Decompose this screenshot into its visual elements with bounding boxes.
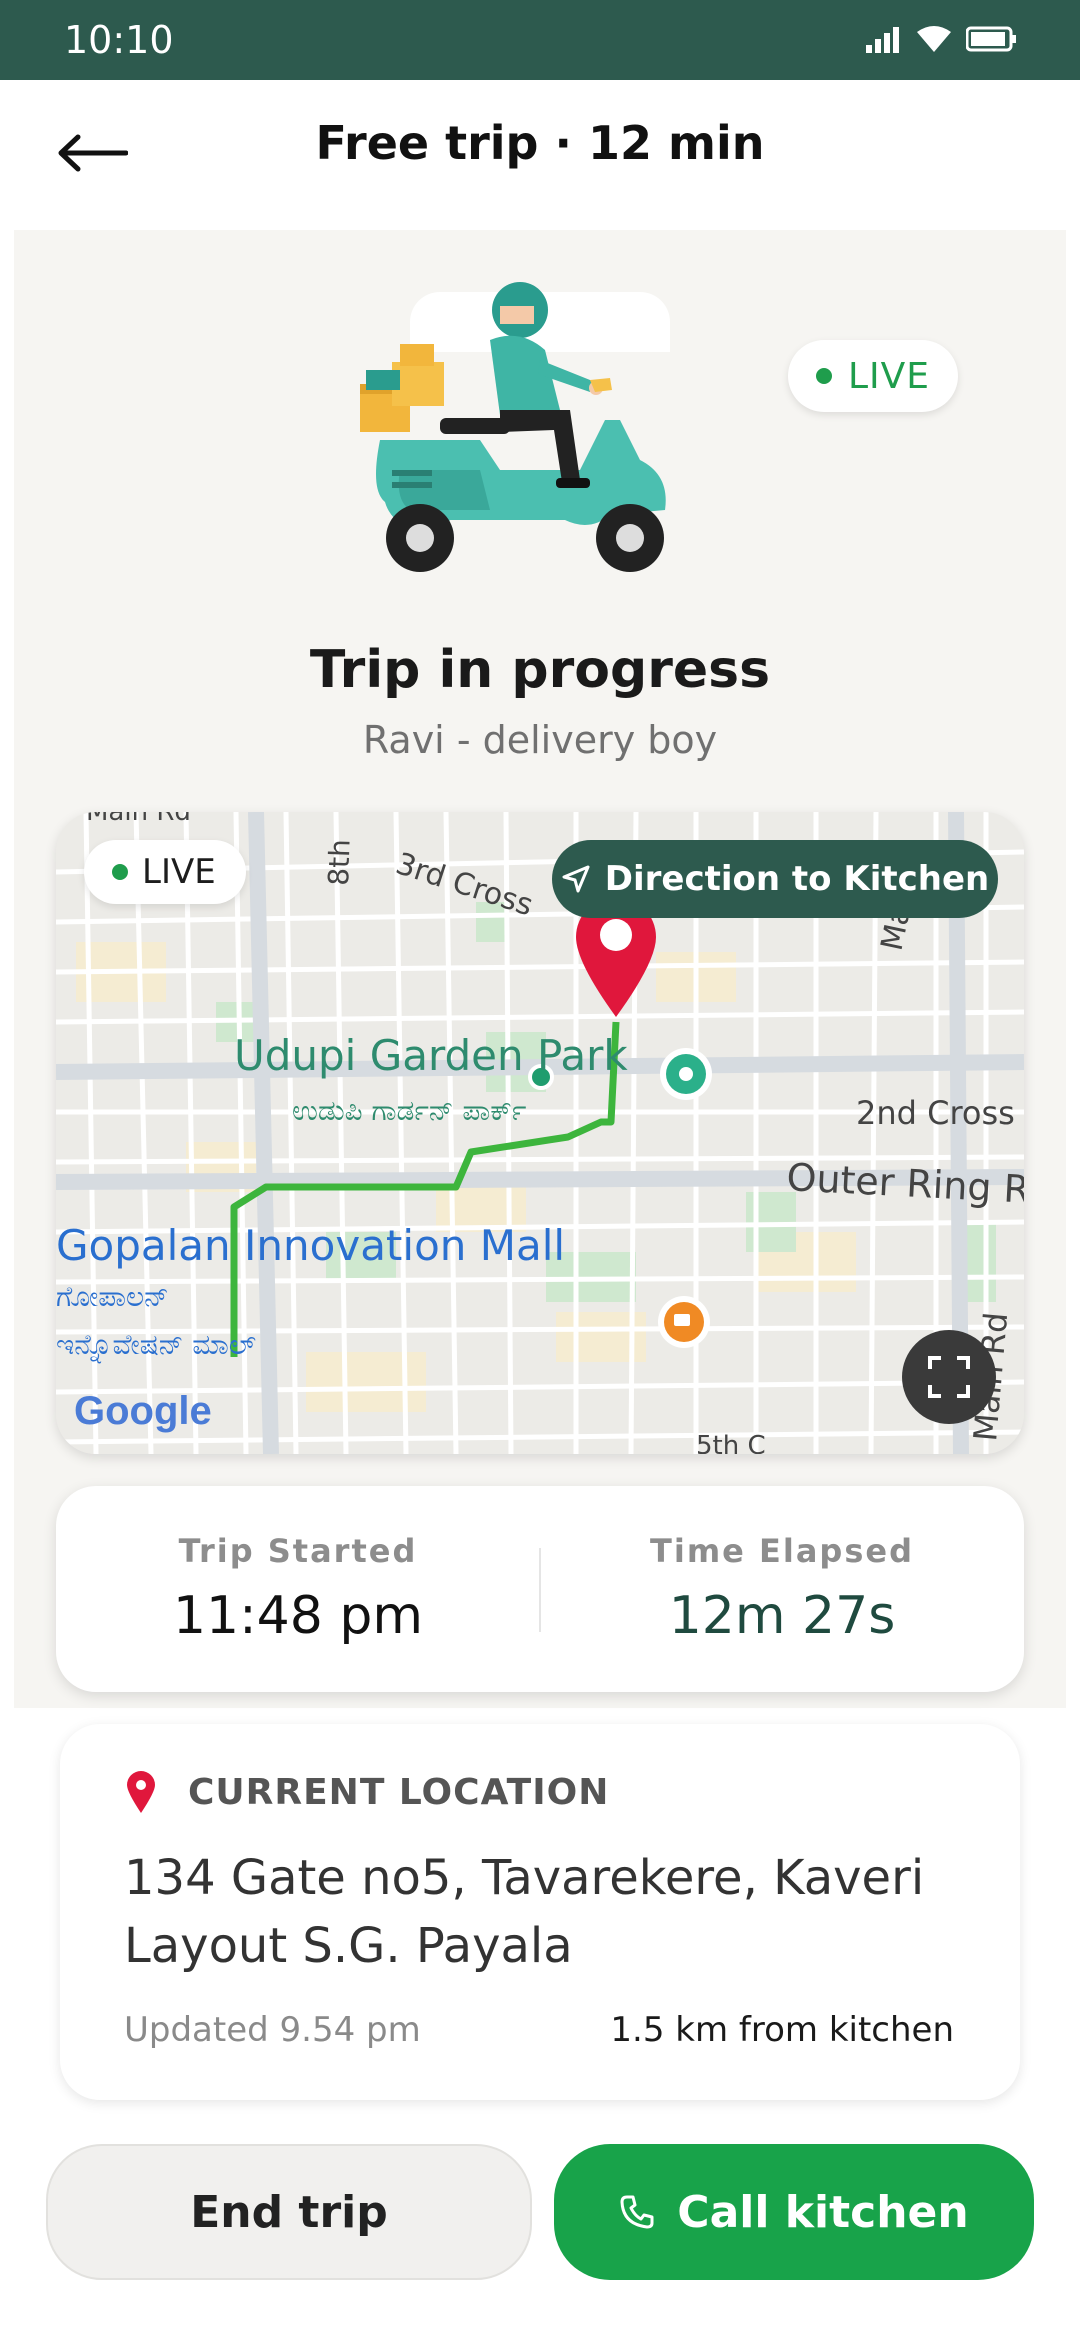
call-kitchen-button[interactable]: Call kitchen [554,2144,1034,2280]
navigation-arrow-icon [562,865,590,893]
map-label-5th: 5th C [696,1431,766,1454]
current-location-card: CURRENT LOCATION 134 Gate no5, Tavareker… [60,1724,1020,2100]
map-label-park-kn: ಉಡುಪಿ ಗಾರ್ಡನ್ ಪಾರ್ಕ್ [292,1094,526,1127]
google-logo: Google [74,1389,212,1433]
direction-button-label: Direction to Kitchen [604,859,990,899]
time-elapsed-column: Time Elapsed 12m 27s [540,1486,1024,1692]
trip-started-label: Trip Started [178,1532,418,1570]
app-header: Free trip · 12 min [0,80,1080,230]
map-label-2nd-cross: 2nd Cross [856,1094,1015,1132]
live-map[interactable]: Udupi Garden Park ಉಡುಪಿ ಗಾರ್ಡನ್ ಪಾರ್ಕ್ G… [56,812,1024,1454]
time-elapsed-label: Time Elapsed [650,1532,914,1570]
direction-to-kitchen-button[interactable]: Direction to Kitchen [552,840,998,918]
scooter-rider-illustration [360,282,666,572]
trip-started-column: Trip Started 11:48 pm [56,1486,540,1692]
map-live-dot-icon [112,864,128,880]
status-bar: 10:10 [0,0,1080,80]
battery-icon [966,26,1016,52]
end-trip-label: End trip [190,2186,388,2238]
rider-name-subtitle: Ravi - delivery boy [362,718,718,762]
location-updated-time: Updated 9.54 pm [124,2010,421,2050]
map-label-mall: Gopalan Innovation Mall [56,1221,565,1270]
current-location-label: CURRENT LOCATION [188,1772,610,1813]
trip-status-title: Trip in progress [309,640,771,700]
map-live-label: LIVE [142,852,216,892]
signal-icon [866,27,899,53]
map-label-8th: 8th [322,839,357,887]
fullscreen-map-button[interactable] [902,1330,996,1424]
phone-icon [620,2195,654,2229]
distance-from-kitchen: 1.5 km from kitchen [610,2010,954,2050]
live-status-label: LIVE [848,355,931,397]
status-icons [866,24,1018,54]
map-label-mall-kn-2: ಇನ್ನೊವೇಷನ್ ಮಾಲ್ [56,1328,256,1363]
wifi-icon [917,26,951,52]
time-elapsed-value: 12m 27s [668,1586,896,1646]
trip-started-value: 11:48 pm [172,1586,424,1646]
map-label-park: Udupi Garden Park [234,1031,628,1080]
call-kitchen-label: Call kitchen [677,2186,969,2238]
live-dot-icon [816,368,832,384]
status-time: 10:10 [64,18,174,62]
location-pin-icon [127,1771,155,1813]
map-live-badge: LIVE [84,840,246,904]
page-title: Free trip · 12 min [315,116,765,170]
current-location-address: 134 Gate no5, Tavarekere, Kaveri Layout … [124,1850,925,1974]
end-trip-button[interactable]: End trip [46,2144,532,2280]
map-label-mall-kn-1: ಗೋಪಾಲನ್ [56,1280,169,1313]
fullscreen-icon [928,1356,970,1398]
live-status-badge: LIVE [788,340,958,412]
trip-time-card: Trip Started 11:48 pm Time Elapsed 12m 2… [56,1486,1024,1692]
map-label-top-road: Main Rd [86,812,191,827]
